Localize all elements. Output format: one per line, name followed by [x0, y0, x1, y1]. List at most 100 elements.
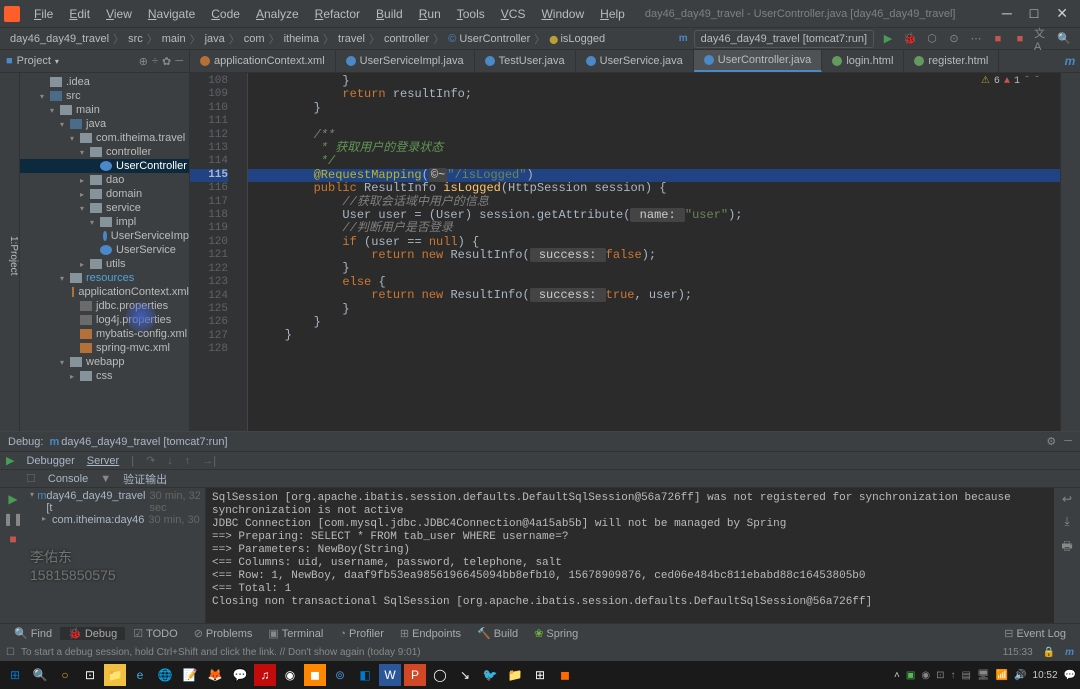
netease-icon[interactable]: ♫: [254, 664, 276, 686]
breadcrumb-item[interactable]: day46_day49_travel: [8, 33, 111, 45]
menu-help[interactable]: Help: [592, 7, 633, 21]
verify-tab[interactable]: 验证输出: [123, 471, 167, 487]
app9-icon[interactable]: ◼: [554, 664, 576, 686]
debug-settings-icon[interactable]: ⚙: [1046, 435, 1056, 448]
breadcrumb-item[interactable]: controller: [382, 33, 431, 45]
tree-item[interactable]: spring-mvc.xml: [20, 341, 189, 355]
resume-icon[interactable]: ▶: [8, 492, 17, 506]
profile-icon[interactable]: ⊙: [946, 31, 962, 47]
app1-icon[interactable]: ◉: [279, 664, 301, 686]
tree-item[interactable]: ▸dao: [20, 173, 189, 187]
menu-view[interactable]: View: [98, 7, 140, 21]
print-icon[interactable]: 🖶: [1061, 537, 1072, 558]
menu-file[interactable]: File: [26, 7, 61, 21]
soft-wrap-icon[interactable]: ↩: [1062, 492, 1072, 506]
project-tree[interactable]: .idea▾src▾main▾java▾com.itheima.travel▾c…: [20, 73, 190, 431]
breadcrumb-item[interactable]: main: [160, 33, 188, 45]
down-arrow-icon[interactable]: ˇ: [1034, 75, 1040, 88]
tray-5-icon[interactable]: ▤: [961, 670, 970, 681]
tree-item[interactable]: UserService: [20, 243, 189, 257]
tray-1-icon[interactable]: ▣: [906, 670, 915, 681]
debug-rerun-icon[interactable]: ▶: [6, 454, 14, 467]
editor-tab[interactable]: register.html: [904, 50, 999, 72]
tree-item[interactable]: ▸domain: [20, 187, 189, 201]
debugger-tab[interactable]: Debugger: [26, 455, 74, 467]
tree-item[interactable]: applicationContext.xml: [20, 285, 189, 299]
frame-2[interactable]: com.itheima:day46: [52, 514, 144, 526]
debug-frames[interactable]: ▾m day46_day49_travel [t30 min, 32 sec ▸…: [26, 488, 206, 623]
tree-item[interactable]: jdbc.properties: [20, 299, 189, 313]
editor-tab[interactable]: login.html: [822, 50, 904, 72]
tree-item[interactable]: ▸css: [20, 369, 189, 383]
tree-item[interactable]: ▾com.itheima.travel: [20, 131, 189, 145]
search-icon[interactable]: 🔍: [1056, 31, 1072, 47]
breadcrumb-item[interactable]: ⬤ isLogged: [547, 33, 607, 45]
stop-all-icon[interactable]: ■: [1012, 31, 1028, 47]
tree-item[interactable]: ▾controller: [20, 145, 189, 159]
step-out-icon[interactable]: ↑: [185, 455, 191, 467]
status-icon[interactable]: ☐: [6, 647, 15, 658]
tray-4-icon[interactable]: ↑: [950, 670, 955, 681]
menu-code[interactable]: Code: [203, 7, 248, 21]
tree-item[interactable]: ▾src: [20, 89, 189, 103]
step-over-icon[interactable]: ↷: [146, 454, 155, 467]
explorer-icon[interactable]: 📁: [104, 664, 126, 686]
translate-icon[interactable]: 文A: [1034, 31, 1050, 47]
terminal-tool[interactable]: ▣Terminal: [260, 627, 331, 640]
frame-1[interactable]: day46_day49_travel [t: [46, 490, 145, 514]
step-into-icon[interactable]: ↓: [167, 455, 173, 467]
ppt-icon[interactable]: P: [404, 664, 426, 686]
up-arrow-icon[interactable]: ˆ: [1024, 75, 1030, 88]
editor-tab[interactable]: UserService.java: [576, 50, 694, 72]
search-task-icon[interactable]: 🔍: [29, 664, 51, 686]
start-icon[interactable]: ⊞: [4, 664, 26, 686]
collapse-icon[interactable]: ÷: [152, 55, 158, 68]
endpoints-tool[interactable]: ⊞Endpoints: [392, 627, 469, 640]
attach-icon[interactable]: ⋯: [968, 31, 984, 47]
app4-icon[interactable]: ◯: [429, 664, 451, 686]
editor-tab[interactable]: UserController.java: [694, 50, 823, 72]
wechat-icon[interactable]: 💬: [229, 664, 251, 686]
tree-item[interactable]: ▾impl: [20, 215, 189, 229]
scroll-end-icon[interactable]: ⤓: [1064, 514, 1069, 529]
filter-icon[interactable]: ▼: [100, 473, 111, 485]
tree-item[interactable]: ▸utils: [20, 257, 189, 271]
word-icon[interactable]: W: [379, 664, 401, 686]
tree-item[interactable]: ▾webapp: [20, 355, 189, 369]
menu-run[interactable]: Run: [411, 7, 449, 21]
vscode-icon[interactable]: ◧: [354, 664, 376, 686]
volume-icon[interactable]: 🔊: [1014, 670, 1026, 681]
breadcrumb-item[interactable]: © UserController: [446, 33, 532, 45]
notepad-icon[interactable]: 📝: [179, 664, 201, 686]
target-icon[interactable]: ⊕: [139, 55, 148, 68]
maximize-icon[interactable]: □: [1030, 5, 1038, 22]
tree-item[interactable]: UserServiceImp: [20, 229, 189, 243]
breadcrumb-item[interactable]: java: [203, 33, 227, 45]
breadcrumb-item[interactable]: travel: [336, 33, 367, 45]
close-icon[interactable]: ✕: [1056, 5, 1068, 22]
tree-item[interactable]: .idea: [20, 75, 189, 89]
notifications-icon[interactable]: 💬: [1064, 670, 1076, 681]
menu-window[interactable]: Window: [533, 7, 592, 21]
edge-icon[interactable]: e: [129, 664, 151, 686]
tray-2-icon[interactable]: ◉: [921, 670, 930, 681]
run-to-cursor-icon[interactable]: →|: [202, 455, 216, 467]
tray-6-icon[interactable]: 🖥: [977, 670, 990, 681]
run-icon[interactable]: ▶: [880, 31, 896, 47]
app8-icon[interactable]: ⊞: [529, 664, 551, 686]
build-tool[interactable]: 🔨Build: [469, 627, 526, 640]
debug-hide-icon[interactable]: ─: [1064, 435, 1072, 448]
menu-tools[interactable]: Tools: [449, 7, 493, 21]
tree-item[interactable]: ▾main: [20, 103, 189, 117]
app5-icon[interactable]: ↘: [454, 664, 476, 686]
tray-up-icon[interactable]: ˄: [894, 670, 900, 681]
todo-tool[interactable]: ☑TODO: [125, 627, 185, 640]
breadcrumb-item[interactable]: src: [126, 33, 145, 45]
debug-icon[interactable]: 🐞: [902, 31, 918, 47]
menu-navigate[interactable]: Navigate: [140, 7, 203, 21]
tree-item[interactable]: ▾resources: [20, 271, 189, 285]
profiler-tool[interactable]: ◔Profiler: [331, 628, 392, 640]
console-output[interactable]: SqlSession [org.apache.ibatis.session.de…: [206, 488, 1054, 623]
tray-3-icon[interactable]: ⊡: [936, 670, 944, 681]
editor-tab[interactable]: TestUser.java: [475, 50, 576, 72]
